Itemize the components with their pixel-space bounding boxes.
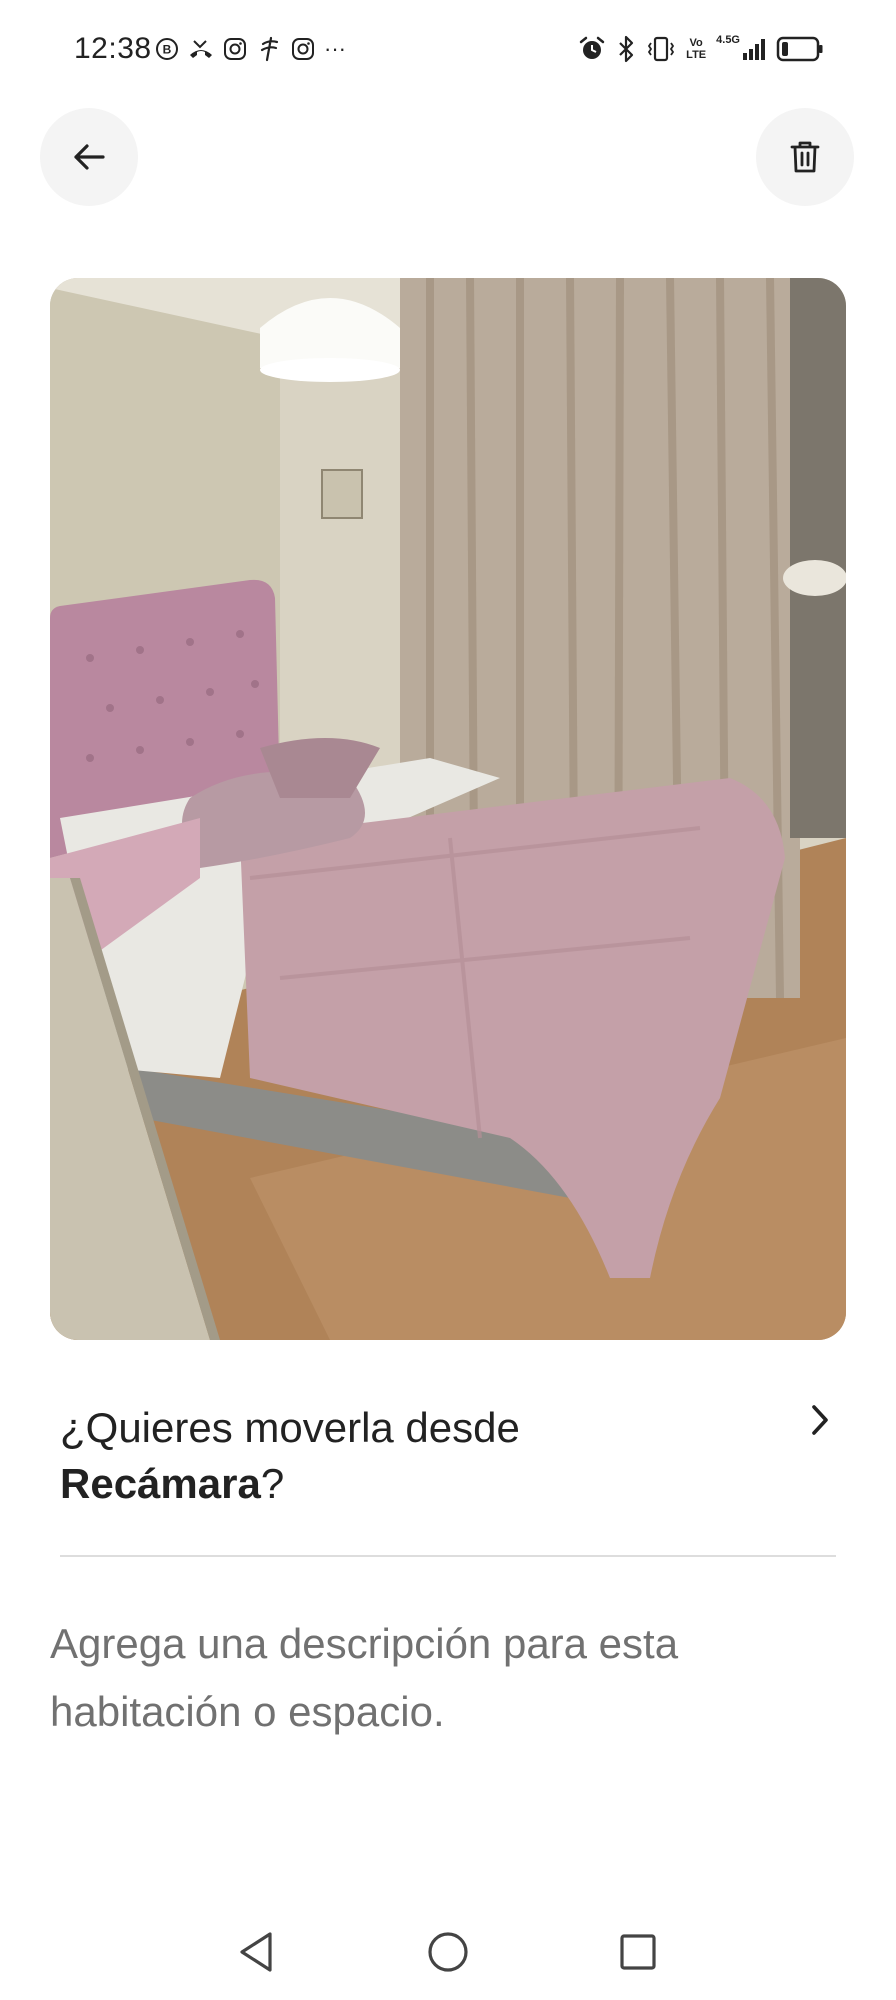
nav-home-button[interactable] — [418, 1922, 478, 1982]
battery-icon — [776, 34, 824, 64]
fork-icon — [256, 36, 282, 62]
arrow-left-icon — [74, 144, 105, 170]
chevron-right-icon[interactable] — [800, 1400, 840, 1440]
signal-icon: 4.5G — [716, 34, 766, 64]
alarm-icon — [578, 34, 606, 64]
move-room-prompt: ¿Quieres moverla desde Recámara? — [60, 1400, 840, 1512]
status-bar: 12:38 B ··· Vo LTE 4.5G — [0, 0, 896, 100]
bedroom-photo[interactable] — [50, 278, 846, 1340]
volte-bottom-label: LTE — [686, 49, 707, 61]
bedroom-illustration — [50, 278, 846, 1340]
trash-icon — [790, 141, 820, 173]
status-time: 12:38 — [74, 32, 152, 65]
move-prompt-prefix: ¿Quieres moverla desde — [60, 1404, 520, 1451]
instagram-icon — [222, 36, 248, 62]
back-button[interactable] — [40, 108, 138, 206]
system-icons: Vo LTE 4.5G — [578, 34, 824, 64]
notification-icons: B ··· — [154, 36, 346, 62]
volte-indicator: Vo LTE — [686, 34, 706, 64]
delete-photo-button[interactable] — [756, 108, 854, 206]
circle-home-icon — [428, 1932, 468, 1972]
bluetooth-icon — [616, 34, 636, 64]
more-notifications-icon: ··· — [324, 36, 346, 61]
move-prompt-suffix: ? — [260, 1460, 285, 1507]
square-recents-icon — [620, 1934, 656, 1970]
move-room-row[interactable]: ¿Quieres moverla desde Recámara? — [60, 1400, 840, 1520]
nav-recents-button[interactable] — [608, 1922, 668, 1982]
network-type-label: 4.5G — [716, 34, 740, 46]
b-circle-icon: B — [154, 36, 180, 62]
triangle-back-icon — [240, 1932, 272, 1972]
svg-text:B: B — [163, 43, 172, 57]
description-field[interactable]: Agrega una descripción para esta habitac… — [50, 1610, 830, 1746]
divider — [60, 1555, 836, 1557]
vibrate-icon — [646, 34, 676, 64]
instagram-icon — [290, 36, 316, 62]
system-navigation-bar — [0, 1900, 896, 2000]
nav-back-button[interactable] — [226, 1922, 286, 1982]
volte-top-label: Vo — [689, 37, 703, 49]
missed-call-icon — [188, 36, 214, 62]
move-prompt-room: Recámara — [60, 1460, 261, 1507]
